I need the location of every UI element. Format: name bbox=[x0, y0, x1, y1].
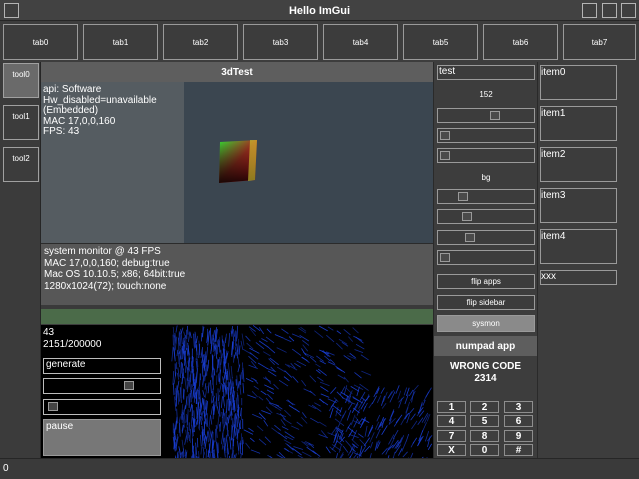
checkbox[interactable] bbox=[48, 402, 58, 411]
slider-1[interactable] bbox=[437, 108, 535, 123]
slider-knob[interactable] bbox=[490, 111, 500, 120]
sysmon-button[interactable]: sysmon bbox=[437, 315, 535, 332]
bg-slider-r[interactable] bbox=[437, 189, 535, 204]
numpad-key-3[interactable]: 3 bbox=[504, 401, 533, 413]
list-item[interactable]: item1 bbox=[540, 106, 617, 141]
list-item[interactable]: item4 bbox=[540, 229, 617, 264]
numpad-key-4[interactable]: 4 bbox=[437, 415, 466, 427]
close-button[interactable] bbox=[621, 3, 636, 18]
info-line: (Embedded) bbox=[43, 105, 99, 116]
checkbox-1[interactable] bbox=[437, 128, 535, 143]
tab-1[interactable]: tab1 bbox=[83, 24, 158, 60]
item-text-input[interactable]: xxx bbox=[540, 270, 617, 285]
system-monitor: system monitor @ 43 FPS MAC 17,0,0,160; … bbox=[41, 243, 433, 305]
numpad-key-0[interactable]: 0 bbox=[470, 444, 499, 456]
tab-3[interactable]: tab3 bbox=[243, 24, 318, 60]
bg-label: bg bbox=[481, 172, 491, 182]
green-bar bbox=[41, 309, 433, 324]
generator-count: 43 bbox=[43, 327, 55, 338]
generator-progress: 2151/200000 bbox=[43, 338, 102, 350]
slider-knob[interactable] bbox=[123, 381, 134, 390]
tool-0[interactable]: tool0 bbox=[3, 63, 39, 98]
tab-7[interactable]: tab7 bbox=[563, 24, 636, 60]
window-menu-button[interactable] bbox=[4, 3, 19, 18]
checkbox-3[interactable] bbox=[437, 250, 535, 265]
tool-2[interactable]: tool2 bbox=[3, 147, 39, 182]
numpad-key-7[interactable]: 7 bbox=[437, 430, 466, 442]
info-line: FPS: 43 bbox=[43, 126, 80, 137]
number-value: 152 bbox=[479, 89, 493, 99]
tool-1[interactable]: tool1 bbox=[3, 105, 39, 140]
sysmon-line: system monitor @ 43 FPS bbox=[44, 246, 161, 257]
numpad-code: 2314 bbox=[474, 373, 497, 384]
generator-checkbox-row[interactable] bbox=[43, 399, 161, 415]
3d-viewport[interactable] bbox=[184, 82, 433, 243]
checkbox[interactable] bbox=[440, 131, 450, 140]
maximize-button[interactable] bbox=[602, 3, 617, 18]
list-item[interactable]: item0 bbox=[540, 65, 617, 100]
numpad-key-5[interactable]: 5 bbox=[470, 415, 499, 427]
tab-2[interactable]: tab2 bbox=[163, 24, 238, 60]
bg-slider-b[interactable] bbox=[437, 230, 535, 245]
test-input[interactable]: test bbox=[437, 65, 535, 80]
flip-apps-button[interactable]: flip apps bbox=[437, 274, 535, 289]
checkbox[interactable] bbox=[440, 151, 450, 160]
generate-button[interactable]: generate bbox=[43, 358, 161, 374]
numpad-key-2[interactable]: 2 bbox=[470, 401, 499, 413]
numpad-key-9[interactable]: 9 bbox=[504, 430, 533, 442]
slider-knob[interactable] bbox=[458, 192, 468, 201]
rgb-cube bbox=[219, 140, 257, 183]
tab-0[interactable]: tab0 bbox=[3, 24, 78, 60]
list-item[interactable]: item2 bbox=[540, 147, 617, 182]
sysmon-line: Mac OS 10.10.5; x86; 64bit:true bbox=[44, 269, 186, 280]
list-item[interactable]: item3 bbox=[540, 188, 617, 223]
tab-4[interactable]: tab4 bbox=[323, 24, 398, 60]
tab-6[interactable]: tab6 bbox=[483, 24, 558, 60]
particle-visualization bbox=[163, 325, 433, 458]
3dtest-title: 3dTest bbox=[41, 62, 433, 82]
particle-canvas bbox=[171, 325, 433, 458]
sysmon-line: MAC 17,0,0,160; debug:true bbox=[44, 257, 170, 269]
tab-5[interactable]: tab5 bbox=[403, 24, 478, 60]
numpad-key-1[interactable]: 1 bbox=[437, 401, 466, 413]
flip-sidebar-button[interactable]: flip sidebar bbox=[437, 295, 535, 310]
numpad-key-x[interactable]: X bbox=[437, 444, 466, 456]
numpad-title: numpad app bbox=[434, 336, 537, 356]
minimize-button[interactable] bbox=[582, 3, 597, 18]
numpad-message: WRONG CODE bbox=[449, 361, 522, 372]
slider-knob[interactable] bbox=[465, 233, 475, 242]
slider-knob[interactable] bbox=[462, 212, 472, 221]
window-title: Hello ImGui bbox=[288, 4, 351, 17]
status-bar: 0 bbox=[0, 458, 639, 479]
checkbox-2[interactable] bbox=[437, 148, 535, 163]
checkbox[interactable] bbox=[440, 253, 450, 262]
numpad-key-6[interactable]: 6 bbox=[504, 415, 533, 427]
pause-button[interactable]: pause bbox=[43, 419, 161, 456]
info-line: api: Software bbox=[43, 84, 102, 95]
sysmon-line: 1280x1024(72); touch:none bbox=[44, 280, 167, 292]
render-info-panel: api: Software Hw_disabled=unavailable (E… bbox=[41, 82, 184, 243]
bg-slider-g[interactable] bbox=[437, 209, 535, 224]
numpad-key-8[interactable]: 8 bbox=[470, 430, 499, 442]
numpad-key-hash[interactable]: # bbox=[504, 444, 533, 456]
generator-slider[interactable] bbox=[43, 378, 161, 394]
